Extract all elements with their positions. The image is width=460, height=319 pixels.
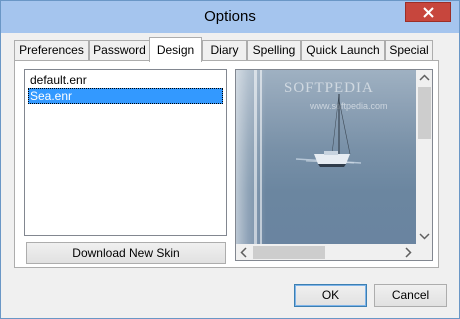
- title-bar[interactable]: Options: [1, 1, 459, 33]
- tab-preferences[interactable]: Preferences: [14, 40, 89, 61]
- scroll-down-arrow-icon[interactable]: [416, 227, 432, 244]
- tab-quick-launch[interactable]: Quick Launch: [301, 40, 385, 61]
- skin-preview: SOFTPEDIA www.softpedia.com: [235, 69, 433, 261]
- options-dialog: Options Preferences Password Design Diar…: [0, 0, 460, 319]
- preview-horizontal-scrollbar[interactable]: [236, 244, 416, 260]
- tab-design[interactable]: Design: [149, 37, 202, 62]
- skin-item-sea[interactable]: Sea.enr: [28, 88, 223, 104]
- sailboat-graphic: [295, 93, 362, 167]
- tab-password[interactable]: Password: [89, 40, 150, 61]
- tab-diary[interactable]: Diary: [202, 40, 247, 61]
- close-icon: [423, 7, 434, 18]
- vertical-scroll-thumb[interactable]: [418, 87, 431, 139]
- scroll-up-arrow-icon[interactable]: [416, 70, 432, 87]
- skin-preview-image: SOFTPEDIA www.softpedia.com: [236, 70, 416, 244]
- close-button[interactable]: [405, 2, 451, 22]
- preview-vertical-scrollbar[interactable]: [416, 70, 432, 244]
- cancel-button[interactable]: Cancel: [374, 284, 447, 307]
- window-title: Options: [204, 8, 256, 25]
- ok-button[interactable]: OK: [294, 284, 367, 307]
- download-new-skin-button[interactable]: Download New Skin: [26, 242, 226, 264]
- tab-spelling[interactable]: Spelling: [247, 40, 301, 61]
- horizontal-scroll-thumb[interactable]: [253, 246, 325, 259]
- skin-list[interactable]: default.enr Sea.enr: [24, 69, 227, 236]
- scroll-left-arrow-icon[interactable]: [236, 244, 253, 260]
- tab-special[interactable]: Special: [385, 40, 433, 61]
- scroll-right-arrow-icon[interactable]: [399, 244, 416, 260]
- skin-item-default[interactable]: default.enr: [28, 72, 223, 88]
- scrollbar-corner: [416, 244, 432, 260]
